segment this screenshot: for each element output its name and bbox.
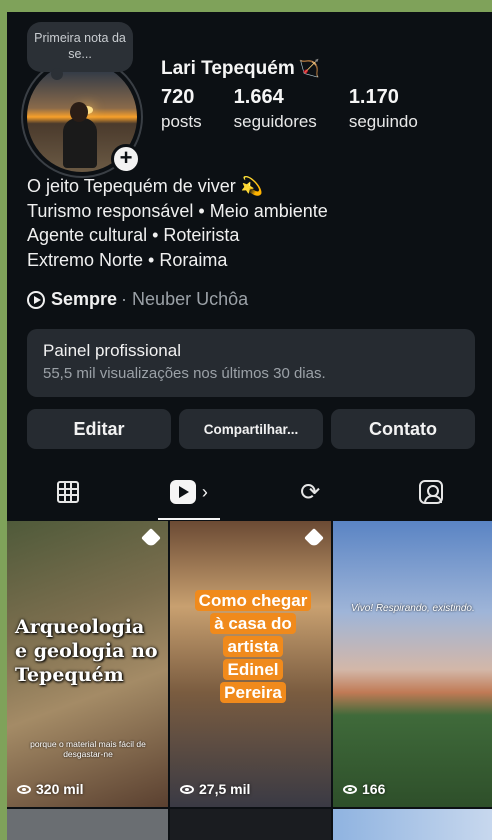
pin-icon <box>141 528 161 548</box>
bio: O jeito Tepequém de viver 💫 Turismo resp… <box>27 174 328 272</box>
stat-followers-value: 1.664 <box>233 86 284 108</box>
stat-posts[interactable]: 720 posts <box>161 86 202 132</box>
reel-title-line: Como chegar <box>194 590 312 611</box>
reel-title-line: Tepequém <box>15 664 124 686</box>
edit-profile-button[interactable]: Editar <box>27 409 171 449</box>
reel-title-line: Arqueologia <box>15 616 145 638</box>
profile-screen: + Primeira nota da se... Lari Tepequém 🏹 … <box>7 12 492 840</box>
note-bubble[interactable]: Primeira nota da se... <box>27 22 133 80</box>
reel-subtitle: porque o material mais fácil de desgasta… <box>30 739 146 759</box>
profile-tabs: › ⟳ <box>7 464 492 520</box>
reel-title: Como chegar à casa do artista Edinel Per… <box>178 589 328 704</box>
reel-thumbnail[interactable]: Vivo! Respirando, existindo. 166 <box>333 521 492 807</box>
bio-line: Extremo Norte • Roraima <box>27 249 228 270</box>
reel-views-count: 27,5 mil <box>199 781 251 797</box>
bow-arrow-emoji: 🏹 <box>298 59 320 78</box>
reel-title-line: artista <box>223 636 283 657</box>
reel-views-count: 166 <box>362 781 386 797</box>
stat-posts-label: posts <box>161 112 202 131</box>
share-profile-button[interactable]: Compartilhar... <box>179 409 323 449</box>
reel-title: Arqueologia e geologia no Tepequém <box>15 615 158 687</box>
reel-title-line: à casa do <box>210 613 296 634</box>
stat-posts-value: 720 <box>161 86 195 108</box>
contact-button[interactable]: Contato <box>331 409 475 449</box>
add-story-plus-icon[interactable]: + <box>111 144 141 174</box>
play-icon <box>27 290 45 309</box>
avatar-wrap[interactable]: + <box>21 56 143 178</box>
reels-icon <box>169 480 196 504</box>
reel-thumbnail[interactable] <box>333 809 492 840</box>
reel-title-line: e geologia no <box>15 640 158 662</box>
professional-dashboard[interactable]: Painel profissional 55,5 mil visualizaçõ… <box>27 329 475 397</box>
username-text: Lari Tepequém <box>161 58 295 79</box>
reel-caption: Vivo! Respirando, existindo. <box>351 603 475 614</box>
reel-title-line: Pereira <box>220 682 286 703</box>
tab-reposts[interactable]: ⟳ <box>250 464 371 520</box>
panel-subtitle: 55,5 mil visualizações nos últimos 30 di… <box>43 365 326 382</box>
reel-thumbnail[interactable]: Como chegar à casa do artista Edinel Per… <box>170 521 331 807</box>
grid-icon <box>56 481 79 503</box>
stats-row: 720 posts 1.664 seguidores 1.170 seguind… <box>161 86 450 132</box>
bio-line: Turismo responsável • Meio ambiente <box>27 200 328 221</box>
pin-icon <box>304 528 324 548</box>
reel-views-count: 320 mil <box>36 781 84 797</box>
stat-following-value: 1.170 <box>348 86 399 108</box>
username[interactable]: Lari Tepequém 🏹 <box>161 58 320 80</box>
tab-reels[interactable]: › <box>128 464 249 520</box>
reel-views: 27,5 mil <box>180 781 250 797</box>
stat-followers[interactable]: 1.664 seguidores <box>234 86 317 132</box>
reel-views: 166 <box>343 781 385 797</box>
action-buttons: Editar Compartilhar... Contato <box>27 409 475 449</box>
reel-thumbnail[interactable]: Arqueologia e geologia no Tepequém porqu… <box>7 521 168 807</box>
stat-following[interactable]: 1.170 seguindo <box>349 86 418 132</box>
stat-followers-label: seguidores <box>233 112 317 131</box>
eye-icon <box>180 784 194 794</box>
music-artist: · Neuber Uchôa <box>121 289 249 309</box>
avatar-head <box>70 102 88 122</box>
repost-icon: ⟳ <box>300 478 321 506</box>
panel-title: Painel profissional <box>43 341 181 360</box>
music-song: Sempre <box>51 289 118 309</box>
tab-grid[interactable] <box>7 464 128 520</box>
eye-icon <box>343 784 357 794</box>
profile-music[interactable]: Sempre · Neuber Uchôa <box>27 289 248 310</box>
bio-line: O jeito Tepequém de viver 💫 <box>27 176 264 196</box>
reel-thumbnail[interactable] <box>7 809 168 840</box>
stat-following-label: seguindo <box>348 112 418 131</box>
reels-grid: Arqueologia e geologia no Tepequém porqu… <box>7 521 492 840</box>
reel-views: 320 mil <box>17 781 83 797</box>
note-text: Primeira nota da se... <box>34 31 126 61</box>
reel-title-line: Edinel <box>223 659 283 680</box>
avatar-person <box>63 118 97 168</box>
reel-thumbnail[interactable] <box>170 809 331 840</box>
tab-tagged[interactable] <box>371 464 492 520</box>
eye-icon <box>17 784 31 794</box>
tagged-icon <box>419 480 444 504</box>
chevron-right-icon: › <box>201 481 208 502</box>
bio-line: Agente cultural • Roteirista <box>27 225 240 245</box>
